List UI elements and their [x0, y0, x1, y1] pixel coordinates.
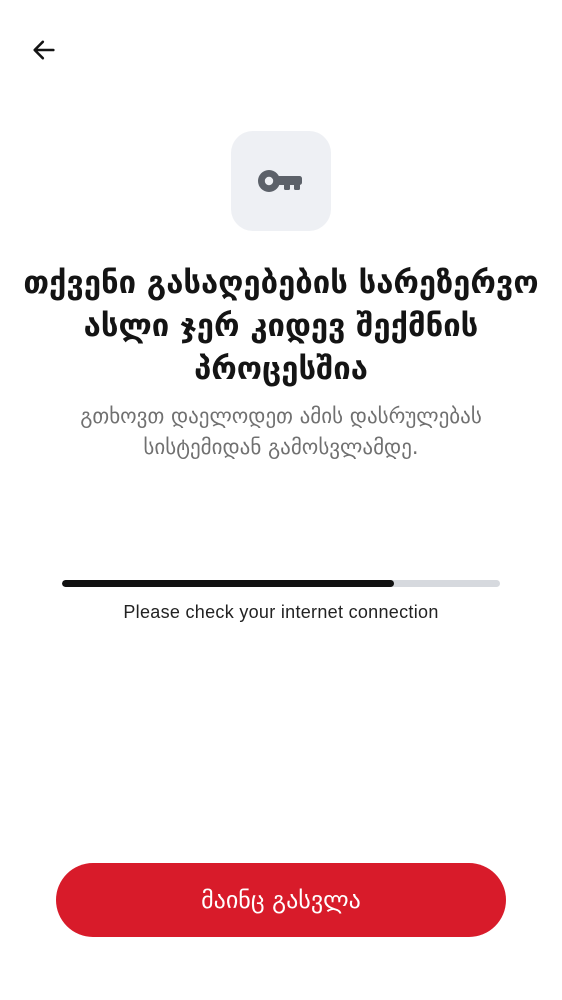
backup-progress-fill	[62, 580, 394, 587]
connection-status-text: Please check your internet connection	[123, 602, 439, 622]
page-subtitle: გთხოვთ დაელოდეთ ამის დასრულებას სისტემიდ…	[80, 404, 482, 459]
back-button[interactable]	[22, 30, 66, 70]
exit-anyway-button[interactable]: მაინც გასვლა	[56, 863, 506, 937]
exit-anyway-button-label: მაინც გასვლა	[201, 886, 361, 914]
key-icon	[258, 170, 302, 192]
backup-progress-bar	[62, 580, 500, 587]
page-title: თქვენი გასაღებების სარეზერვო ასლი ჯერ კი…	[23, 265, 539, 387]
key-icon-tile	[231, 131, 331, 231]
arrow-left-icon	[33, 40, 55, 60]
